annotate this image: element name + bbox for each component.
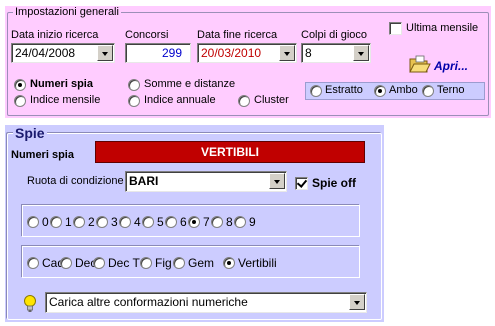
mode-indice-mensile-label: Indice mensile	[30, 94, 101, 106]
conformation-type-radio[interactable]	[93, 257, 105, 269]
contests-value: 299	[161, 46, 182, 60]
bet-type-group: Estratto Ambo Terno	[305, 82, 485, 100]
chevron-down-icon[interactable]	[353, 45, 369, 61]
bet-estratto-radio[interactable]	[310, 85, 322, 97]
bet-ambo-label: Ambo	[389, 84, 418, 96]
digit-label: 6	[180, 215, 187, 229]
end-date-value: 20/03/2010	[201, 46, 262, 60]
game-shots-label: Colpi di gioco	[301, 29, 368, 41]
digit-radio[interactable]	[165, 216, 177, 228]
chevron-down-icon[interactable]	[97, 45, 113, 61]
digit-label: 9	[249, 215, 256, 229]
last-monthly-checkbox[interactable]	[389, 22, 402, 35]
contests-label: Concorsi	[125, 29, 169, 41]
types-radio-row: Cad Dec Dec T Fig Gem Vertibili	[27, 255, 357, 271]
conformation-type-radio[interactable]	[173, 257, 185, 269]
conformation-type-radio[interactable]	[223, 257, 235, 269]
spie-legend: Spie	[13, 125, 47, 141]
spie-panel: Spie Numeri spia VERTIBILI Ruota di cond…	[5, 125, 384, 322]
general-settings-panel: Impostazioni generali Data inizio ricerc…	[5, 6, 491, 118]
bet-estratto-label: Estratto	[325, 84, 363, 96]
game-shots-value: 8	[305, 46, 312, 60]
digit-label: 5	[157, 215, 164, 229]
digit-label: 4	[134, 215, 141, 229]
game-shots-select[interactable]: 8	[301, 43, 371, 63]
start-date-label: Data inizio ricerca	[11, 29, 99, 41]
conformation-type-radio[interactable]	[140, 257, 152, 269]
selected-spia-banner: VERTIBILI	[95, 141, 365, 163]
digit-label: 2	[88, 215, 95, 229]
conformation-type-label: Gem	[188, 256, 215, 270]
digit-radio[interactable]	[234, 216, 246, 228]
end-date-label: Data fine ricerca	[197, 29, 278, 41]
digit-radio[interactable]	[27, 216, 39, 228]
mode-indice-annuale-label: Indice annuale	[144, 94, 216, 106]
end-date-picker[interactable]: 20/03/2010	[197, 43, 297, 63]
digit-label: 1	[65, 215, 72, 229]
digit-label: 8	[226, 215, 233, 229]
mode-somme-distanze-label: Somme e distanze	[144, 78, 236, 90]
digit-radio[interactable]	[50, 216, 62, 228]
mode-indice-mensile-radio[interactable]	[14, 95, 26, 107]
conformation-type-radio[interactable]	[60, 257, 72, 269]
general-settings-legend: Impostazioni generali	[13, 6, 121, 18]
chevron-down-icon[interactable]	[279, 45, 295, 61]
contests-field[interactable]: 299	[125, 43, 191, 63]
selected-spia-value: VERTIBILI	[200, 145, 259, 159]
digit-label: 7	[203, 215, 210, 229]
digit-radio[interactable]	[211, 216, 223, 228]
mode-numeri-spia-label: Numeri spia	[30, 78, 93, 90]
digits-radio-row: 0 1 2 3 4 5 6 7 8 9	[27, 214, 357, 230]
last-monthly-label: Ultima mensile	[406, 22, 479, 34]
mode-cluster-label: Cluster	[254, 94, 289, 106]
bet-terno-label: Terno	[437, 84, 465, 96]
lightbulb-icon	[24, 295, 36, 312]
mode-numeri-spia-radio[interactable]	[14, 79, 26, 91]
spie-off-label: Spie off	[312, 176, 356, 190]
digit-radio[interactable]	[142, 216, 154, 228]
conformation-type-label: Dec T	[108, 256, 140, 270]
mode-somme-distanze-radio[interactable]	[128, 79, 140, 91]
ruota-value: BARI	[129, 174, 159, 188]
start-date-value: 24/04/2008	[15, 46, 76, 60]
mode-cluster-radio[interactable]	[238, 95, 250, 107]
conformation-type-label: Vertibili	[238, 256, 277, 270]
digit-radio[interactable]	[96, 216, 108, 228]
chevron-down-icon[interactable]	[349, 294, 365, 310]
open-label: Apri...	[434, 59, 469, 73]
digit-radio[interactable]	[188, 216, 200, 228]
folder-open-icon	[409, 55, 431, 73]
chevron-down-icon[interactable]	[269, 173, 285, 189]
bet-terno-radio[interactable]	[422, 85, 434, 97]
start-date-picker[interactable]: 24/04/2008	[11, 43, 115, 63]
open-button[interactable]: Apri...	[409, 53, 481, 79]
conformation-type-label: Fig	[155, 256, 172, 270]
spie-off-checkbox[interactable]	[295, 177, 308, 190]
mode-indice-annuale-radio[interactable]	[128, 95, 140, 107]
conformazioni-select[interactable]: Carica altre conformazioni numeriche	[45, 292, 367, 313]
bet-ambo-radio[interactable]	[374, 85, 386, 97]
digit-radio[interactable]	[119, 216, 131, 228]
digit-label: 3	[111, 215, 118, 229]
numeri-spia-label: Numeri spia	[11, 149, 74, 161]
conformazioni-value: Carica altre conformazioni numeriche	[49, 295, 248, 309]
conformation-type-radio[interactable]	[27, 257, 39, 269]
ruota-select[interactable]: BARI	[125, 171, 287, 192]
digit-label: 0	[42, 215, 49, 229]
ruota-label: Ruota di condizione	[27, 175, 124, 187]
digit-radio[interactable]	[73, 216, 85, 228]
